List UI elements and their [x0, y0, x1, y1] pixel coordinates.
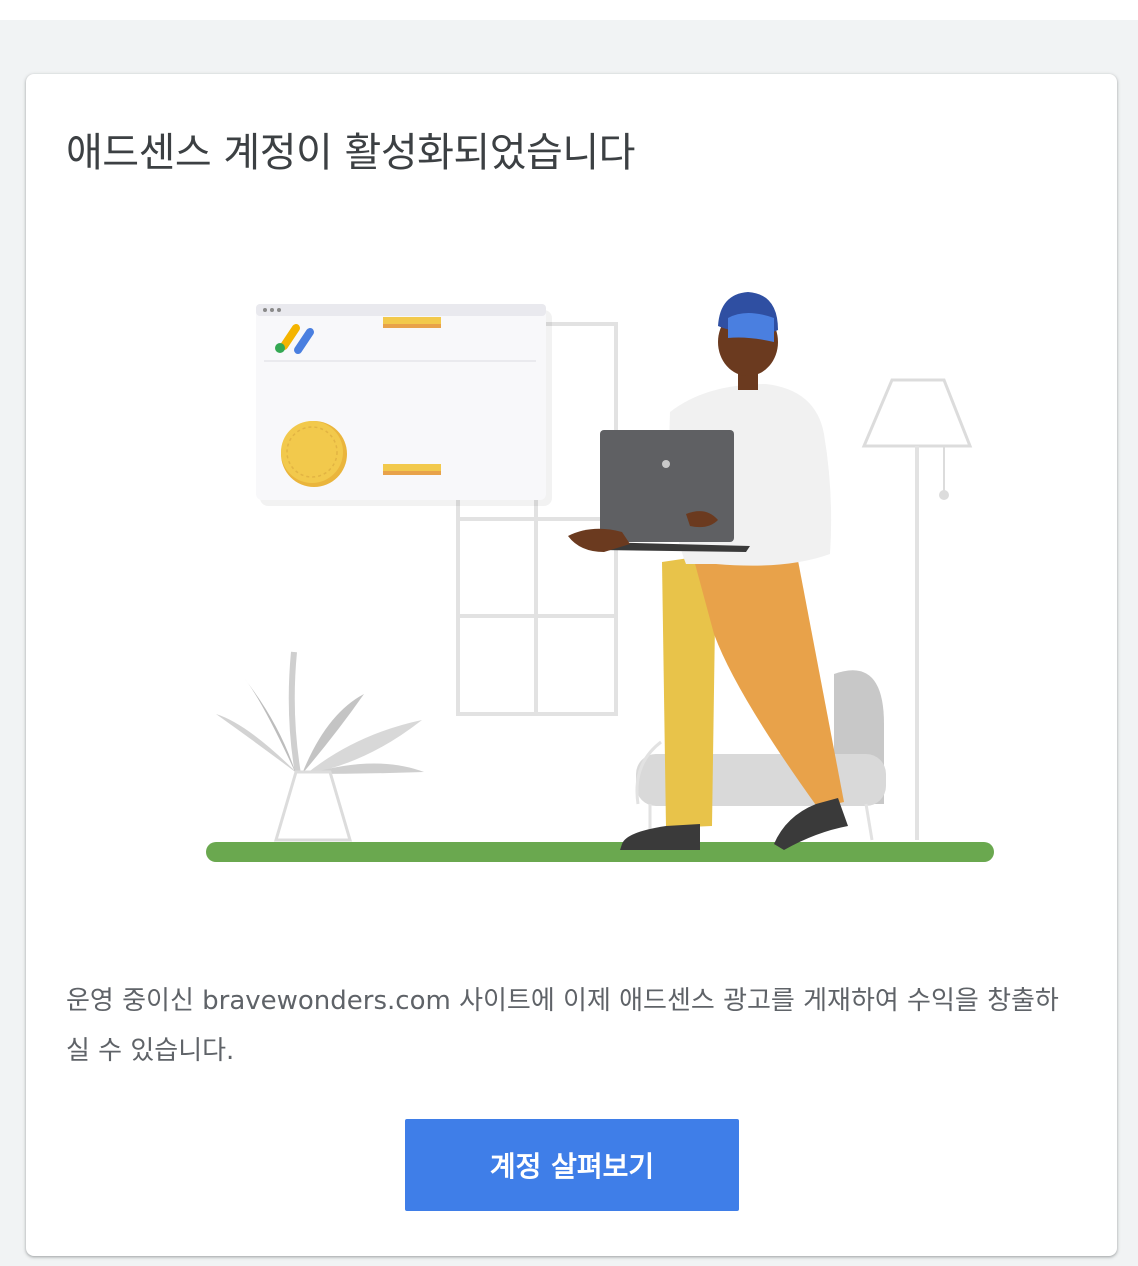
- activation-illustration: [206, 292, 994, 862]
- top-bar: [0, 0, 1138, 20]
- coin-icon: [281, 421, 347, 487]
- person-with-laptop: [568, 292, 848, 850]
- activation-description: 운영 중이신 bravewonders.com 사이트에 이제 애드센스 광고를…: [66, 986, 1059, 1066]
- explore-account-button[interactable]: 계정 살펴보기: [405, 1119, 739, 1211]
- plant: [216, 651, 424, 842]
- account-activated-card: 애드센스 계정이 활성화되었습니다 운영 중이신 bravewonders.co…: [26, 74, 1117, 1256]
- dashboard-card: [256, 304, 552, 506]
